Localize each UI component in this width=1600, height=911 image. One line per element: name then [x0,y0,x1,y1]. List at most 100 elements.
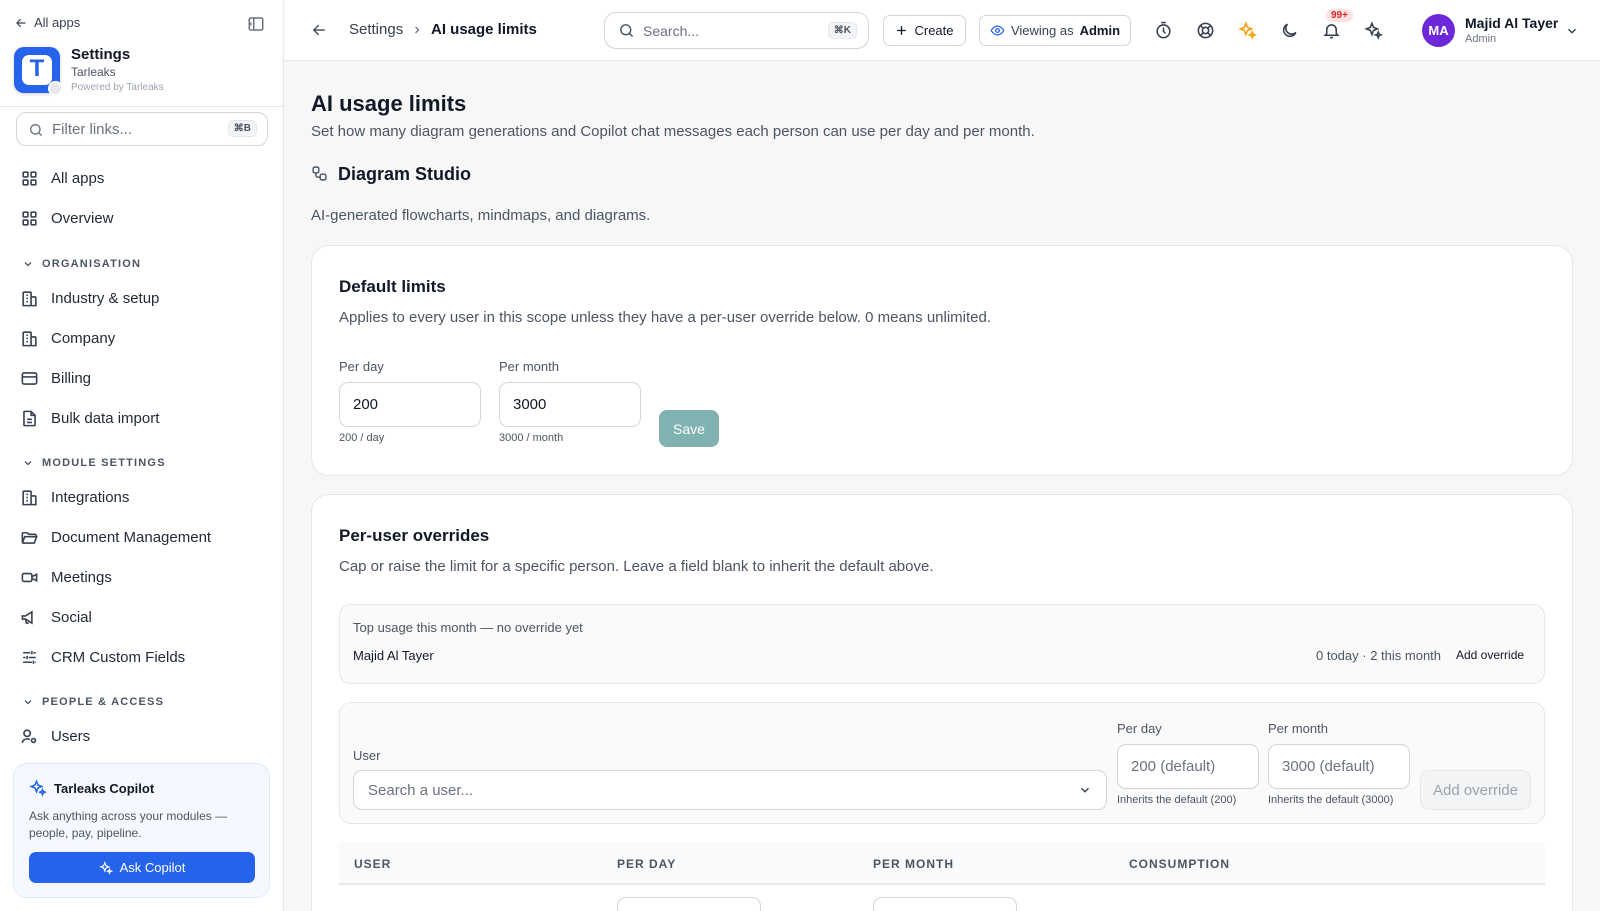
sidebar-item-billing[interactable]: Billing [20,369,91,388]
section-label: ORGANISATION [42,258,142,270]
avatar[interactable]: MA [1422,14,1455,47]
panel-left-icon [248,17,264,31]
column-header-per-day: PER DAY [617,857,677,871]
create-label: Create [914,23,954,38]
page-description: Set how many diagram generations and Cop… [311,123,1035,140]
breadcrumb-settings[interactable]: Settings [349,21,403,38]
sidebar-collapse-button[interactable] [247,15,267,35]
chevron-down-icon[interactable] [1565,24,1579,38]
row-per-month-input[interactable] [873,897,1017,911]
moon-icon [1282,23,1297,38]
ask-copilot-button[interactable]: Ask Copilot [29,852,255,883]
sidebar-item-label: Billing [51,370,92,387]
create-button[interactable]: Create [883,15,966,46]
top-usage-add-override-link[interactable]: Add override [1456,648,1524,662]
notifications-button[interactable] [1322,21,1342,41]
chevron-down-icon [24,262,32,267]
top-bar: Settings AI usage limits ⌘K Create Viewi… [285,0,1600,61]
arrow-left-icon [312,24,325,36]
org-gear-badge-icon [48,81,63,96]
overrides-description: Cap or raise the limit for a specific pe… [339,558,934,575]
bell-icon [1323,24,1340,39]
assistant-button[interactable] [1364,21,1384,41]
megaphone-icon [21,610,33,625]
sidebar-item-integrations[interactable]: Integrations [20,488,129,507]
filter-links-input[interactable] [52,117,232,141]
plus-icon [897,26,907,35]
top-usage-user-name: Majid Al Tayer [353,648,434,663]
sliders-icon [23,651,36,664]
override-per-day-input[interactable] [1117,744,1259,789]
add-override-button[interactable]: Add override [1420,770,1531,810]
sidebar-item-label: Industry & setup [51,290,160,307]
column-header-user: USER [354,857,392,871]
timer-icon [1156,21,1171,39]
save-defaults-button[interactable]: Save [659,410,719,447]
help-button[interactable] [1196,21,1216,41]
search-icon [30,124,42,136]
section-people-access[interactable]: PEOPLE & ACCESS [22,696,164,708]
sparkles-icon [1364,21,1383,40]
sidebar-item-document-management[interactable]: Document Management [20,528,211,547]
chevron-right-icon [415,26,420,34]
workflow-icon [312,166,327,181]
viewing-as-role: Admin [1079,23,1121,38]
eye-icon [990,25,1005,36]
default-limits-description: Applies to every user in this scope unle… [339,309,992,326]
ai-sparkle-button[interactable] [1238,21,1258,41]
ask-copilot-label: Ask Copilot [119,860,186,875]
sidebar-item-bulk-import[interactable]: Bulk data import [20,409,159,428]
default-limits-title: Default limits [339,277,446,296]
overrides-table-header: USER PER DAY PER MONTH CONSUMPTION [339,842,1545,885]
default-per-day-input[interactable] [339,382,481,427]
layout-grid-icon [22,211,37,226]
sidebar-item-label: Users [51,728,91,745]
sidebar-item-label: Overview [51,210,114,227]
sidebar-item-crm-fields[interactable]: CRM Custom Fields [20,648,185,667]
user-name: Majid Al Tayer [1465,15,1559,31]
copilot-description: Ask anything across your modules — peopl… [29,809,228,840]
sidebar-item-company[interactable]: Company [20,329,115,348]
override-per-month-input[interactable] [1268,744,1410,789]
override-user-placeholder: Search a user... [368,782,474,799]
section-label: PEOPLE & ACCESS [42,696,165,708]
all-apps-back-link[interactable]: All apps [14,15,80,30]
override-user-select[interactable]: Search a user... [353,770,1107,810]
arrow-left-icon [16,18,26,27]
timer-button[interactable] [1154,21,1174,41]
sidebar: All apps T Settings Tarleaks Powered by … [0,0,284,911]
back-button[interactable] [310,21,328,39]
org-logo: T [14,47,63,96]
sidebar-item-label: Company [51,330,116,347]
sidebar-item-social[interactable]: Social [20,608,92,627]
sidebar-item-all-apps[interactable]: All apps [20,169,104,188]
module-title: Diagram Studio [338,164,472,184]
filter-shortcut-badge: ⌘B [227,120,257,137]
sidebar-item-overview[interactable]: Overview [20,209,114,228]
top-usage-label: Top usage this month — no override yet [353,620,583,635]
credit-card-icon [21,372,38,385]
sidebar-item-industry[interactable]: Industry & setup [20,289,159,308]
section-organisation[interactable]: ORGANISATION [22,258,141,270]
dark-mode-toggle[interactable] [1280,21,1300,41]
section-module-settings[interactable]: MODULE SETTINGS [22,457,166,469]
video-icon [21,572,38,583]
chevron-down-icon [24,700,32,705]
copilot-card: Tarleaks Copilot Ask anything across you… [13,763,270,898]
sidebar-item-users[interactable]: Users [20,727,90,746]
search-shortcut-badge: ⌘K [827,22,857,39]
override-per-day-hint: Inherits the default (200) [1117,794,1237,806]
viewing-as-prefix: Viewing as [1010,23,1074,38]
sidebar-item-meetings[interactable]: Meetings [20,568,112,587]
building-icon [22,490,37,506]
viewing-as-button[interactable]: Viewing as Admin [979,15,1131,46]
chevron-down-icon [1080,787,1090,793]
sidebar-item-label: Integrations [51,489,130,506]
default-per-month-input[interactable] [499,382,641,427]
override-user-label: User [353,748,381,763]
row-per-day-input[interactable] [617,897,761,911]
default-per-day-label: Per day [339,359,384,374]
notification-count-badge: 99+ [1326,9,1353,22]
global-search-input[interactable] [643,19,813,43]
sidebar-item-label: Meetings [51,569,112,586]
